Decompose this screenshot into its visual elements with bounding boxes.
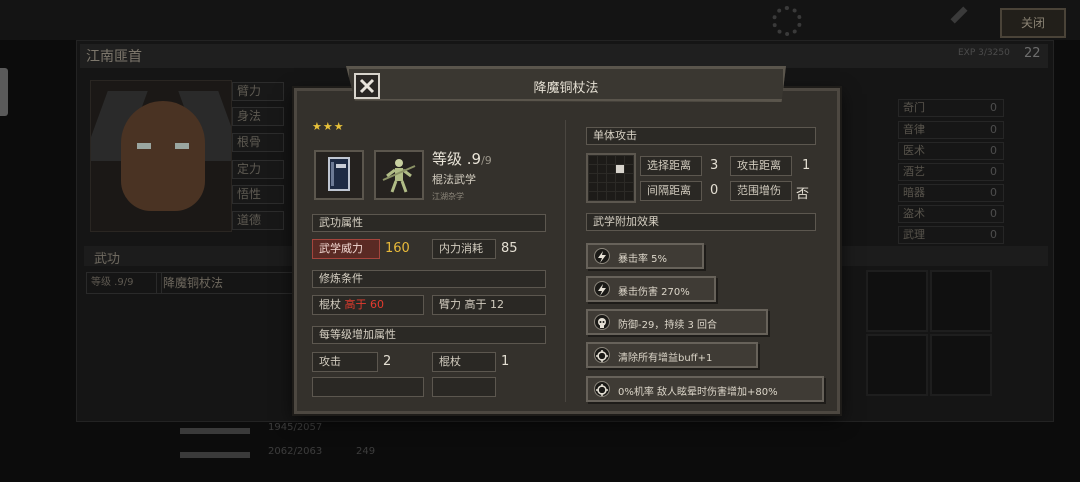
range-grid xyxy=(586,153,636,203)
req-weapon: 棍杖 高于 60 xyxy=(312,295,424,315)
power-value: 160 xyxy=(385,241,410,256)
inc-attack-value: 2 xyxy=(383,354,392,369)
mp-text: 2062/2063 xyxy=(268,446,323,457)
close-icon[interactable] xyxy=(354,73,380,99)
effect-item: 暴击伤害 270% xyxy=(586,276,716,302)
neili-label: 内力消耗 xyxy=(432,239,496,259)
exp-text: EXP 3/3250 xyxy=(958,48,1010,58)
skill-row: 暗器 0 xyxy=(898,184,1004,202)
gap-range-label: 间隔距离 xyxy=(640,181,702,201)
stat-label: 臂力 xyxy=(232,82,284,101)
equipped-level: 等级 .9/9 xyxy=(86,272,162,294)
mp-extra: 249 xyxy=(356,446,376,457)
skill-row: 武理 0 xyxy=(898,226,1004,244)
inc-staff-value: 1 xyxy=(501,354,510,369)
attack-range-label: 攻击距离 xyxy=(730,156,792,176)
stat-label: 道德 xyxy=(232,211,284,230)
lightning-icon xyxy=(594,248,610,264)
skill-row: 医术 0 xyxy=(898,142,1004,160)
attack-range-value: 1 xyxy=(802,158,811,173)
skill-origin: 江湖杂学 xyxy=(432,192,464,201)
staff-technique-icon xyxy=(374,150,424,200)
side-handle[interactable] xyxy=(0,68,8,116)
column-divider xyxy=(565,120,566,402)
stat-label: 根骨 xyxy=(232,133,284,152)
target-icon xyxy=(594,347,610,363)
lightning-icon xyxy=(594,281,610,297)
equipped-skill[interactable]: 降魔铜杖法 xyxy=(156,272,304,294)
area-boost-value: 否 xyxy=(796,187,810,202)
empty-slot xyxy=(312,377,424,397)
stat-label: 悟性 xyxy=(232,185,284,204)
extra-effects-header: 武学附加效果 xyxy=(586,213,816,231)
select-range-label: 选择距离 xyxy=(640,156,702,176)
inventory-slot[interactable] xyxy=(866,334,928,396)
power-label: 武学威力 xyxy=(312,239,380,259)
req-header: 修炼条件 xyxy=(312,270,546,288)
inc-staff-label: 棍杖 xyxy=(432,352,496,372)
hp-text: 1945/2057 xyxy=(268,422,323,433)
inc-attack-label: 攻击 xyxy=(312,352,378,372)
skill-row: 奇门 0 xyxy=(898,99,1004,117)
inventory-slot[interactable] xyxy=(930,334,992,396)
skill-level: 等级 .9/9 xyxy=(432,150,492,168)
skill-row: 音律 0 xyxy=(898,121,1004,139)
effect-item: 暴击率 5% xyxy=(586,243,704,269)
skill-row: 盗术 0 xyxy=(898,205,1004,223)
attr-header: 武功属性 xyxy=(312,214,546,232)
effect-item: 清除所有增益buff+1 xyxy=(586,342,758,368)
select-range-value: 3 xyxy=(710,158,719,173)
attack-type: 单体攻击 xyxy=(586,127,816,145)
gap-range-value: 0 xyxy=(710,183,719,198)
neili-value: 85 xyxy=(501,241,518,256)
mp-bar xyxy=(180,452,250,458)
character-portrait xyxy=(90,80,232,232)
target-icon xyxy=(594,381,610,397)
empty-slot xyxy=(432,377,496,397)
modal-title-bar: 降魔铜杖法 xyxy=(346,66,786,102)
exp-level: 22 xyxy=(1024,46,1041,61)
effect-item: 0%机率 敌人眩晕时伤害增加+80% xyxy=(586,376,824,402)
modal-title: 降魔铜杖法 xyxy=(533,81,599,96)
hp-bar xyxy=(180,428,250,434)
inventory-slot[interactable] xyxy=(930,270,992,332)
skill-row: 酒艺 0 xyxy=(898,163,1004,181)
inventory-slot[interactable] xyxy=(866,270,928,332)
star-rating: ★★★ xyxy=(312,120,345,133)
top-bar xyxy=(0,0,1080,40)
character-header xyxy=(80,44,1048,68)
stat-label: 身法 xyxy=(232,107,284,126)
close-button[interactable]: 关闭 xyxy=(1000,8,1066,38)
req-strength: 臂力 高于 12 xyxy=(432,295,546,315)
skill-type: 棍法武学 xyxy=(432,173,476,186)
effect-item: 防御-29，持续 3 回合 xyxy=(586,309,768,335)
stat-label: 定力 xyxy=(232,160,284,179)
book-icon xyxy=(314,150,364,200)
character-name: 江南匪首 xyxy=(86,49,142,65)
gear-icon[interactable] xyxy=(772,6,802,36)
per-level-header: 每等级增加属性 xyxy=(312,326,546,344)
skull-icon xyxy=(594,314,610,330)
area-boost-label: 范围增伤 xyxy=(730,181,792,201)
